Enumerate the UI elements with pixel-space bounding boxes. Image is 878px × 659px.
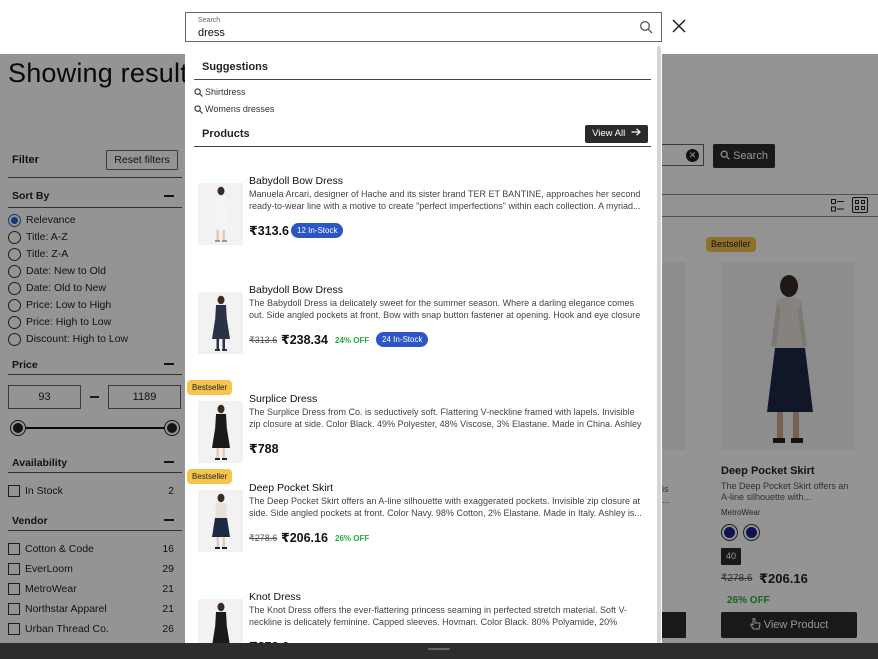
- sale-price: ₹278.6: [249, 639, 289, 643]
- products-heading: Products: [202, 128, 250, 140]
- product-thumbnail[interactable]: [198, 599, 243, 643]
- scrollbar[interactable]: [657, 46, 661, 643]
- product-thumbnail[interactable]: [198, 401, 243, 463]
- discount-label: 24% OFF: [335, 336, 370, 345]
- stock-badge: 12 In-Stock: [291, 223, 344, 238]
- bestseller-badge: Bestseller: [187, 380, 233, 395]
- product-thumbnail[interactable]: [198, 292, 243, 354]
- view-all-label: View All: [592, 128, 626, 139]
- product-description: Manuela Arcari, designer of Hache and it…: [249, 189, 641, 211]
- search-input[interactable]: Search dress: [185, 12, 662, 42]
- divider: [194, 79, 651, 80]
- product-result[interactable]: Babydoll Bow Dress The Babydoll Dress ia …: [185, 281, 657, 381]
- product-title[interactable]: Surplice Dress: [249, 393, 317, 405]
- search-suggestions-panel: Suggestions Shirtdress Womens dresses Pr…: [185, 46, 662, 643]
- sale-price: ₹206.16: [281, 531, 328, 545]
- close-icon[interactable]: [672, 19, 686, 33]
- bestseller-badge: Bestseller: [187, 469, 233, 484]
- product-description: The Knot Dress offers the ever-flatterin…: [249, 605, 628, 627]
- product-description: The Babydoll Dress ia delicately sweet f…: [249, 298, 641, 320]
- product-title[interactable]: Deep Pocket Skirt: [249, 482, 333, 494]
- arrow-right-icon: [631, 128, 641, 136]
- search-icon[interactable]: [639, 20, 653, 34]
- product-title[interactable]: Babydoll Bow Dress: [249, 284, 343, 296]
- bottom-bar: [0, 643, 878, 659]
- product-result[interactable]: Bestseller Surplice Dress The Surplice Dre…: [185, 380, 657, 490]
- product-result[interactable]: Knot Dress The Knot Dress offers the ever…: [185, 588, 657, 643]
- discount-label: 26% OFF: [335, 534, 370, 543]
- search-icon: [194, 88, 203, 97]
- product-result[interactable]: Babydoll Bow Dress Manuela Arcari, design…: [185, 172, 657, 272]
- product-title[interactable]: Knot Dress: [249, 591, 301, 603]
- search-input-value[interactable]: dress: [198, 27, 225, 39]
- sale-price: ₹238.34: [281, 333, 328, 347]
- product-title[interactable]: Babydoll Bow Dress: [249, 175, 343, 187]
- original-price: ₹278.6: [249, 533, 278, 543]
- search-icon: [194, 105, 203, 114]
- product-description: The Surplice Dress from Co. is seductive…: [249, 407, 642, 429]
- search-input-label: Search: [198, 17, 221, 24]
- product-result[interactable]: Bestseller Deep Pocket Skirt The Deep Pock…: [185, 469, 657, 579]
- suggestion-text: Womens dresses: [205, 104, 275, 114]
- drag-handle[interactable]: [428, 648, 450, 650]
- divider: [194, 146, 651, 147]
- sale-price: ₹313.6: [249, 224, 289, 238]
- sale-price: ₹788: [249, 442, 279, 456]
- product-thumbnail[interactable]: [198, 490, 243, 552]
- product-description: The Deep Pocket Skirt offers an A-line s…: [249, 496, 642, 518]
- stock-badge: 24 In-Stock: [376, 332, 429, 347]
- original-price: ₹313.6: [249, 335, 278, 345]
- view-all-button[interactable]: View All: [585, 125, 648, 143]
- suggestions-heading: Suggestions: [202, 61, 269, 73]
- suggestion-text: Shirtdress: [205, 87, 246, 97]
- product-thumbnail[interactable]: [198, 183, 243, 245]
